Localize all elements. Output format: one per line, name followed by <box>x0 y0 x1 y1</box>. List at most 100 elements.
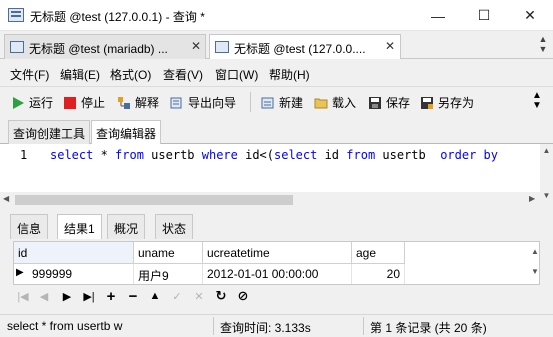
status-record-count: 第 1 条记录 (共 20 条) <box>370 321 487 335</box>
column-header-uname[interactable]: uname <box>134 242 203 264</box>
first-record-icon[interactable]: |◀ <box>13 286 33 306</box>
load-label: 载入 <box>332 96 357 110</box>
menu-window[interactable]: 窗口(W) <box>215 66 258 83</box>
scroll-right-icon[interactable]: ▶ <box>529 194 535 203</box>
scroll-up-icon[interactable]: ▲ <box>540 144 553 155</box>
scroll-down-icon[interactable]: ▼ <box>540 155 553 200</box>
sql-text: usertb <box>375 148 441 162</box>
discard-changes-icon[interactable]: ✕ <box>189 286 209 306</box>
add-record-icon[interactable]: + <box>101 286 121 306</box>
status-sql: select * from usertb w <box>7 319 123 333</box>
menu-edit[interactable]: 编辑(E) <box>60 66 100 83</box>
maximize-button[interactable]: ☐ <box>461 0 507 31</box>
load-button[interactable]: 载入 <box>314 94 356 111</box>
menu-help[interactable]: 帮助(H) <box>269 66 310 83</box>
query-mode-tabs: 查询创建工具 查询编辑器 <box>0 116 553 144</box>
result-grid: id uname ucreatetime age ▶ 999999 用户9 20… <box>13 241 540 285</box>
toolbar: 运行 停止 解释 导出向导 新建 载入 保存 另存为 ▲ ▼ <box>0 86 553 116</box>
tab-status[interactable]: 状态 <box>155 214 194 239</box>
query-icon <box>10 41 24 53</box>
table-cell-age[interactable]: 20 <box>352 264 405 284</box>
export-wizard-button[interactable]: 导出向导 <box>170 94 236 111</box>
save-as-icon <box>421 97 433 109</box>
toolbar-separator <box>250 92 251 112</box>
sql-editor[interactable]: 1 select * from usertb where id<(select … <box>0 144 553 208</box>
title-bar: 无标题 @test (127.0.0.1) - 查询 * — ☐ ✕ <box>0 0 553 31</box>
tab-profile[interactable]: 概况 <box>107 214 146 239</box>
scrollbar-thumb[interactable] <box>15 195 293 205</box>
grid-vertical-scrollbar[interactable]: ▲ ▼ <box>529 242 541 284</box>
tab-query-builder[interactable]: 查询创建工具 <box>8 120 91 144</box>
tab-result1[interactable]: 结果1 <box>57 214 102 239</box>
minimize-button[interactable]: — <box>415 0 461 31</box>
document-tabs: 无标题 @test (mariadb) ... ✕ 无标题 @test (127… <box>0 31 553 60</box>
move-up-icon[interactable]: ▲ <box>145 286 165 306</box>
table-cell-id[interactable]: 999999 <box>28 264 134 284</box>
record-navigation-bar: |◀ ◀ ▶ ▶| + − ▲ ✓ ✕ ↻ ⊘ <box>13 286 273 306</box>
code-line[interactable]: select * from usertb where id<(select id… <box>50 148 498 162</box>
menu-view[interactable]: 查看(V) <box>163 66 203 83</box>
menu-file[interactable]: 文件(F) <box>10 66 49 83</box>
database-app-icon <box>8 8 24 22</box>
status-bar: select * from usertb w 查询时间: 3.133s 第 1 … <box>0 314 553 337</box>
run-button[interactable]: 运行 <box>11 94 53 111</box>
play-icon <box>13 97 24 109</box>
editor-vertical-scrollbar[interactable]: ▲ ▼ <box>540 144 553 208</box>
explain-button[interactable]: 解释 <box>117 94 159 111</box>
stop-icon <box>64 97 76 109</box>
explain-label: 解释 <box>135 96 160 110</box>
table-cell-uname[interactable]: 用户9 <box>134 264 203 284</box>
sql-keyword: order by <box>440 148 498 162</box>
column-header-id[interactable]: id <box>14 242 134 264</box>
scroll-down-icon[interactable]: ▼ <box>529 262 541 282</box>
sql-text: id <box>317 148 347 162</box>
sql-keyword: from <box>115 148 144 162</box>
editor-horizontal-scrollbar[interactable]: ◀ ▶ <box>0 192 553 208</box>
doc-tab-local[interactable]: 无标题 @test (127.0.0.... ✕ <box>209 34 401 60</box>
doc-tab-mariadb[interactable]: 无标题 @test (mariadb) ... ✕ <box>4 34 206 59</box>
run-label: 运行 <box>29 96 54 110</box>
previous-record-icon[interactable]: ◀ <box>34 286 54 306</box>
tab-info[interactable]: 信息 <box>10 214 49 239</box>
save-label: 保存 <box>386 96 411 110</box>
column-header-ucreatetime[interactable]: ucreatetime <box>203 242 352 264</box>
window-title: 无标题 @test (127.0.0.1) - 查询 * <box>30 10 205 24</box>
new-label: 新建 <box>279 96 304 110</box>
current-row-marker: ▶ <box>16 267 24 278</box>
delete-record-icon[interactable]: − <box>123 286 143 306</box>
scroll-left-icon[interactable]: ◀ <box>3 194 9 203</box>
tab-scroll-arrows[interactable]: ▲ ▼ <box>536 34 550 56</box>
doc-tab-label: 无标题 @test (mariadb) ... <box>29 42 168 56</box>
explain-icon <box>118 97 130 109</box>
menu-bar: 文件(F) 编辑(E) 格式(O) 查看(V) 窗口(W) 帮助(H) <box>0 59 553 86</box>
query-icon <box>215 41 229 53</box>
refresh-icon[interactable]: ↻ <box>211 286 231 306</box>
sql-keyword: select <box>274 148 318 162</box>
close-tab-icon[interactable]: ✕ <box>191 39 201 53</box>
scroll-up-icon[interactable]: ▲ <box>529 242 541 262</box>
apply-changes-icon[interactable]: ✓ <box>167 286 187 306</box>
stop-label: 停止 <box>81 96 106 110</box>
new-button[interactable]: 新建 <box>261 94 303 111</box>
export-icon <box>170 97 182 109</box>
sql-keyword: select <box>50 148 94 162</box>
close-button[interactable]: ✕ <box>507 0 553 31</box>
sql-keyword: where <box>201 148 238 162</box>
save-as-label: 另存为 <box>438 96 475 110</box>
column-header-age[interactable]: age <box>352 242 405 264</box>
menu-format[interactable]: 格式(O) <box>110 66 151 83</box>
stop-loading-icon[interactable]: ⊘ <box>233 286 253 306</box>
sql-keyword: from <box>346 148 376 162</box>
save-as-button[interactable]: 另存为 <box>420 94 474 111</box>
doc-tab-label: 无标题 @test (127.0.0.... <box>234 42 366 56</box>
sql-text: * <box>93 148 116 162</box>
stop-button[interactable]: 停止 <box>63 94 105 111</box>
table-cell-ucreatetime[interactable]: 2012-01-01 00:00:00 <box>203 264 352 284</box>
next-record-icon[interactable]: ▶ <box>57 286 77 306</box>
close-tab-icon[interactable]: ✕ <box>385 39 395 53</box>
toolbar-overflow-icon[interactable]: ▲ ▼ <box>532 91 542 111</box>
last-record-icon[interactable]: ▶| <box>79 286 99 306</box>
export-label: 导出向导 <box>188 96 237 110</box>
save-button[interactable]: 保存 <box>368 94 410 111</box>
tab-query-editor[interactable]: 查询编辑器 <box>91 120 162 144</box>
